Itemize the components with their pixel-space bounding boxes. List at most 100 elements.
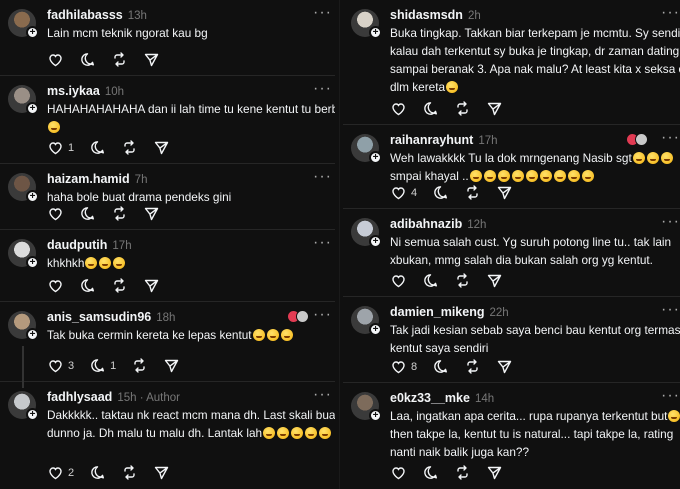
repost-button[interactable] [454, 272, 471, 289]
like-button[interactable] [390, 100, 407, 117]
repost-button[interactable] [131, 357, 148, 374]
username-label[interactable]: daudputih [47, 238, 107, 252]
repost-button[interactable] [454, 464, 471, 481]
repost-button[interactable] [111, 205, 128, 222]
like-button[interactable] [47, 51, 64, 68]
username-label[interactable]: shidasmsdn [390, 8, 463, 22]
follow-plus-icon[interactable]: + [26, 102, 39, 115]
like-button[interactable]: 3 [47, 357, 74, 374]
username-label[interactable]: e0kz33__mke [390, 391, 470, 405]
more-options-icon[interactable]: ··· [661, 5, 680, 21]
username-label[interactable]: damien_mikeng [390, 305, 484, 319]
like-button[interactable]: 1 [47, 139, 74, 156]
username-label[interactable]: anis_samsudin96 [47, 310, 151, 324]
more-options-icon[interactable]: ··· [313, 169, 332, 185]
repost-button[interactable] [121, 139, 138, 156]
follow-plus-icon[interactable]: + [26, 408, 39, 421]
username[interactable]: e0kz33__mke 14h [390, 391, 494, 405]
follow-plus-icon[interactable]: + [369, 26, 382, 39]
share-button[interactable] [486, 272, 503, 289]
username[interactable]: damien_mikeng 22h [390, 305, 509, 319]
reply-button[interactable] [89, 464, 106, 481]
more-options-icon[interactable]: ··· [661, 388, 680, 404]
username[interactable]: adibahnazib 12h [390, 217, 486, 231]
reply-button[interactable] [79, 51, 96, 68]
repost-button[interactable] [111, 51, 128, 68]
repost-button[interactable] [121, 464, 138, 481]
reply-post[interactable]: + anis_samsudin96 18h ··· Tak buka cermin ke… [0, 302, 335, 388]
follow-plus-icon[interactable]: + [369, 235, 382, 248]
reply-button[interactable] [432, 184, 449, 201]
username[interactable]: anis_samsudin96 18h [47, 310, 175, 324]
more-options-icon[interactable]: ··· [661, 214, 680, 230]
reply-post[interactable]: + daudputih 17h ··· khkhkh [0, 230, 335, 302]
reply-post[interactable]: + fadhilabasss 13h ··· Lain mcm teknik ngora… [0, 0, 335, 76]
username-label[interactable]: raihanrayhunt [390, 133, 473, 147]
follow-plus-icon[interactable]: + [369, 151, 382, 164]
more-options-icon[interactable]: ··· [313, 5, 332, 21]
username-label[interactable]: adibahnazib [390, 217, 462, 231]
reply-post[interactable]: + haizam.hamid 7h ··· haha bole buat drama p… [0, 164, 335, 230]
like-button[interactable] [47, 277, 64, 294]
username[interactable]: ms.iykaa 10h [47, 84, 124, 98]
share-button[interactable] [486, 464, 503, 481]
reply-post[interactable]: + shidasmsdn 2h ··· Buka tingkap. Takkan bia… [343, 0, 680, 125]
share-button[interactable] [496, 184, 513, 201]
reply-button[interactable] [422, 272, 439, 289]
share-button[interactable] [153, 139, 170, 156]
follow-plus-icon[interactable]: + [26, 256, 39, 269]
share-button[interactable] [143, 205, 160, 222]
share-button[interactable] [496, 358, 513, 375]
username-label[interactable]: ms.iykaa [47, 84, 100, 98]
repost-button[interactable] [111, 277, 128, 294]
username-label[interactable]: haizam.hamid [47, 172, 130, 186]
share-button[interactable] [163, 357, 180, 374]
like-button[interactable] [390, 272, 407, 289]
like-count: 3 [68, 359, 75, 372]
more-options-icon[interactable]: ··· [661, 130, 680, 146]
reply-button[interactable]: 1 [89, 357, 116, 374]
like-button[interactable]: 8 [390, 358, 417, 375]
username[interactable]: daudputih 17h [47, 238, 132, 252]
follow-plus-icon[interactable]: + [26, 190, 39, 203]
reply-button[interactable] [79, 205, 96, 222]
reply-post[interactable]: + e0kz33__mke 14h ··· Laa, ingatkan apa ceri… [343, 383, 680, 489]
share-button[interactable] [143, 277, 160, 294]
reply-button[interactable] [89, 139, 106, 156]
more-options-icon[interactable]: ··· [661, 302, 680, 318]
reply-post[interactable]: + fadhlysaad 15h · Author ··· Dakkkkk.. takt… [0, 382, 335, 489]
reply-post[interactable]: + raihanrayhunt 17h ··· Weh lawakkkk Tu la d… [343, 125, 680, 209]
follow-plus-icon[interactable]: + [369, 323, 382, 336]
share-button[interactable] [153, 464, 170, 481]
repost-button[interactable] [454, 100, 471, 117]
reply-button[interactable] [422, 464, 439, 481]
like-button[interactable]: 2 [47, 464, 74, 481]
follow-plus-icon[interactable]: + [26, 328, 39, 341]
reply-button[interactable] [432, 358, 449, 375]
like-button[interactable]: 4 [390, 184, 417, 201]
username[interactable]: haizam.hamid 7h [47, 172, 147, 186]
username-label[interactable]: fadhlysaad [47, 390, 112, 404]
username[interactable]: raihanrayhunt 17h [390, 133, 498, 147]
repost-button[interactable] [464, 358, 481, 375]
more-options-icon[interactable]: ··· [313, 307, 332, 323]
reply-post[interactable]: + ms.iykaa 10h ··· HAHAHAHAHAHA dan ii lah t… [0, 76, 335, 164]
share-button[interactable] [486, 100, 503, 117]
username[interactable]: fadhilabasss 13h [47, 8, 147, 22]
more-options-icon[interactable]: ··· [313, 235, 332, 251]
more-options-icon[interactable]: ··· [313, 387, 332, 403]
like-button[interactable] [390, 464, 407, 481]
repost-button[interactable] [464, 184, 481, 201]
follow-plus-icon[interactable]: + [26, 26, 39, 39]
username[interactable]: shidasmsdn 2h [390, 8, 481, 22]
like-button[interactable] [47, 205, 64, 222]
follow-plus-icon[interactable]: + [369, 409, 382, 422]
username[interactable]: fadhlysaad 15h · Author [47, 390, 180, 404]
reply-post[interactable]: + damien_mikeng 22h ··· Tak jadi kesian seba… [343, 297, 680, 383]
share-button[interactable] [143, 51, 160, 68]
more-options-icon[interactable]: ··· [313, 81, 332, 97]
reply-button[interactable] [422, 100, 439, 117]
username-label[interactable]: fadhilabasss [47, 8, 123, 22]
reply-post[interactable]: + adibahnazib 12h ··· Ni semua salah cust. Y… [343, 209, 680, 297]
reply-button[interactable] [79, 277, 96, 294]
